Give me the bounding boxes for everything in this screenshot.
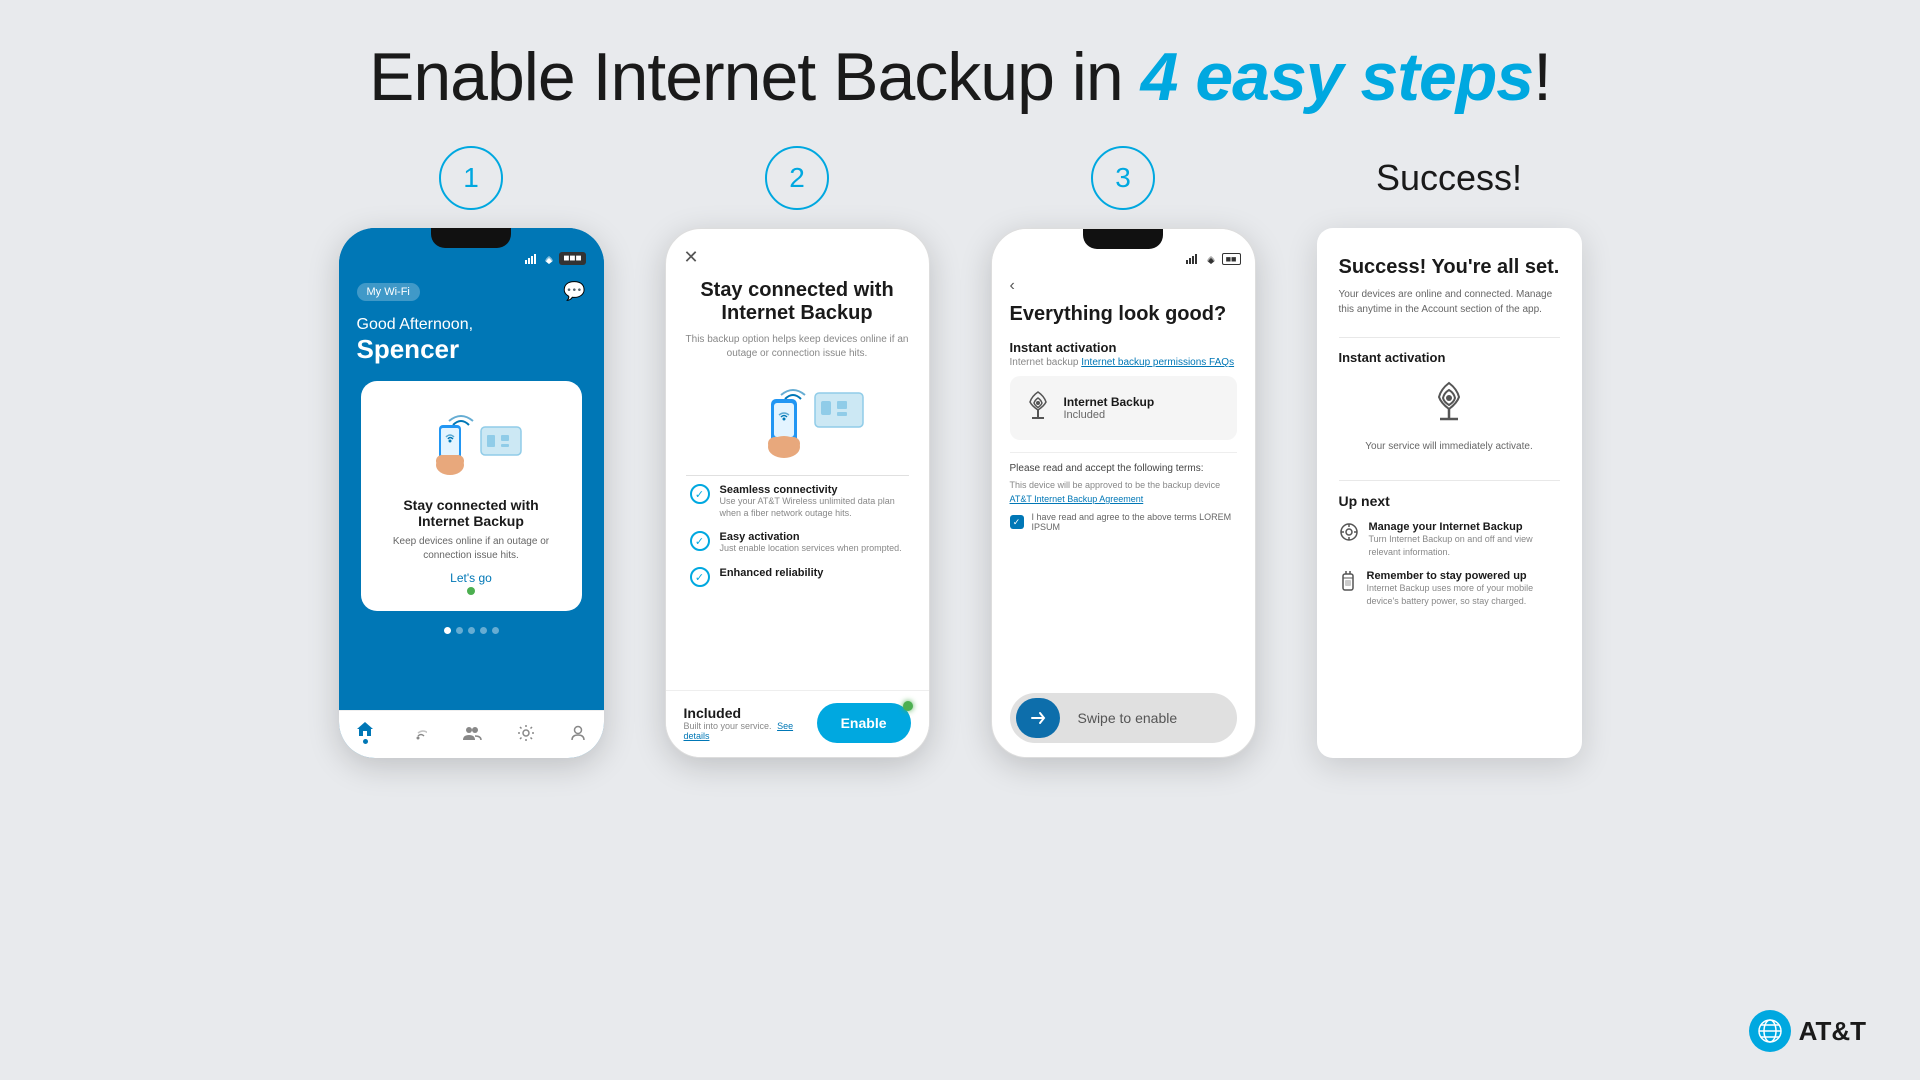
step-3-number: 3 bbox=[1091, 146, 1155, 210]
permissions-faqs-link[interactable]: Internet backup permissions FAQs bbox=[1081, 357, 1234, 368]
att-text: AT&T bbox=[1799, 1016, 1866, 1047]
card-illustration bbox=[411, 397, 531, 487]
steps-container: 1 ■■■ My Wi-Fi 💬 Good Afternoon, Spe bbox=[266, 146, 1654, 758]
up-next-stay: Remember to stay powered up Internet Bac… bbox=[1339, 570, 1560, 607]
step3-title: Everything look good? bbox=[1010, 303, 1237, 326]
backup-card-text: Internet Backup Included bbox=[1064, 395, 1155, 421]
activation-section: Instant activation Internet backup Inter… bbox=[1010, 340, 1237, 440]
att-logo: AT&T bbox=[1749, 1010, 1866, 1052]
step2-title: Stay connected with Internet Backup bbox=[686, 279, 909, 325]
step-4-column: Success! Success! You're all set. Your d… bbox=[1304, 146, 1594, 758]
feature-3-text: Enhanced reliability bbox=[720, 567, 824, 579]
your-service-text: Your service will immediately activate. bbox=[1365, 441, 1532, 452]
greeting-text: Good Afternoon, bbox=[357, 316, 586, 334]
signal-icon-big bbox=[1429, 377, 1469, 433]
feature-1: ✓ Seamless connectivity Use your AT&T Wi… bbox=[690, 484, 905, 519]
green-glow bbox=[903, 701, 913, 711]
att-circle bbox=[1749, 1010, 1791, 1052]
dot-2 bbox=[456, 627, 463, 634]
step-2-column: 2 ✕ Stay connected with Internet Backup … bbox=[652, 146, 942, 758]
terms-section: Please read and accept the following ter… bbox=[1010, 452, 1237, 532]
activation-sub: Internet backup Internet backup permissi… bbox=[1010, 357, 1237, 368]
nav-dot bbox=[363, 739, 368, 744]
step-3-phone: ■■ ‹ Everything look good? Instant activ… bbox=[991, 228, 1256, 758]
phone-3-notch bbox=[1083, 229, 1163, 249]
step2-subtitle: This backup option helps keep devices on… bbox=[686, 333, 909, 361]
greeting-section: Good Afternoon, Spencer bbox=[339, 310, 604, 381]
nav-wifi[interactable] bbox=[409, 726, 427, 740]
top-bar-1: My Wi-Fi 💬 bbox=[339, 269, 604, 310]
success-title: Success! You're all set. bbox=[1339, 256, 1560, 279]
instant-activation-title: Instant activation bbox=[1339, 350, 1560, 365]
dots-indicator bbox=[444, 627, 499, 634]
included-label: Included bbox=[684, 705, 817, 721]
green-dot bbox=[467, 587, 475, 595]
step2-content: Stay connected with Internet Backup This… bbox=[666, 229, 929, 615]
bottom-nav-1 bbox=[339, 710, 604, 758]
phone-notch bbox=[431, 228, 511, 248]
included-sub: Built into your service. See details bbox=[684, 721, 817, 741]
up-next-title: Up next bbox=[1339, 493, 1560, 509]
included-section: Included Built into your service. See de… bbox=[684, 705, 817, 741]
up-next-manage: Manage your Internet Backup Turn Interne… bbox=[1339, 521, 1560, 558]
step2-bottom-bar: Included Built into your service. See de… bbox=[666, 690, 929, 757]
user-name: Spencer bbox=[357, 334, 586, 365]
step-2-phone: ✕ Stay connected with Internet Backup Th… bbox=[665, 228, 930, 758]
check-icon-1: ✓ bbox=[690, 484, 710, 504]
wifi-chip: My Wi-Fi bbox=[357, 283, 420, 301]
swipe-text: Swipe to enable bbox=[1078, 710, 1178, 726]
feature-2-text: Easy activation Just enable location ser… bbox=[720, 531, 902, 555]
backup-card: Internet Backup Included bbox=[1010, 376, 1237, 440]
enable-button[interactable]: Enable bbox=[817, 703, 911, 743]
stay-text: Remember to stay powered up Internet Bac… bbox=[1367, 570, 1560, 607]
backup-agreement-link[interactable]: AT&T Internet Backup Agreement bbox=[1010, 494, 1237, 504]
feature-3: ✓ Enhanced reliability bbox=[690, 567, 905, 587]
lets-go-link[interactable]: Let's go bbox=[450, 571, 492, 585]
dot-1 bbox=[444, 627, 451, 634]
step-3-column: 3 ■■ ‹ Everything look good? Instant act… bbox=[978, 146, 1268, 758]
nav-account[interactable] bbox=[570, 725, 586, 741]
step3-content: Everything look good? Instant activation… bbox=[992, 303, 1255, 532]
step-2-number: 2 bbox=[765, 146, 829, 210]
step-1-phone: ■■■ My Wi-Fi 💬 Good Afternoon, Spencer bbox=[339, 228, 604, 758]
manage-text: Manage your Internet Backup Turn Interne… bbox=[1369, 521, 1560, 558]
divider-1 bbox=[686, 475, 909, 476]
swipe-bar[interactable]: Swipe to enable bbox=[1010, 693, 1237, 743]
success-desc: Your devices are online and connected. M… bbox=[1339, 287, 1560, 317]
feature-1-text: Seamless connectivity Use your AT&T Wire… bbox=[720, 484, 905, 519]
dot-4 bbox=[480, 627, 487, 634]
page-title: Enable Internet Backup in 4 easy steps! bbox=[369, 38, 1551, 116]
nav-settings[interactable] bbox=[517, 724, 535, 742]
checkbox-row: ✓ I have read and agree to the above ter… bbox=[1010, 512, 1237, 532]
dot-3 bbox=[468, 627, 475, 634]
checkbox[interactable]: ✓ bbox=[1010, 515, 1024, 529]
success-card: Success! You're all set. Your devices ar… bbox=[1317, 228, 1582, 758]
step2-illustration bbox=[737, 373, 857, 453]
step-1-number: 1 bbox=[439, 146, 503, 210]
manage-icon bbox=[1339, 522, 1359, 547]
check-icon-2: ✓ bbox=[690, 531, 710, 551]
back-button[interactable]: ‹ bbox=[992, 269, 1255, 303]
feature-2: ✓ Easy activation Just enable location s… bbox=[690, 531, 905, 555]
check-icon-3: ✓ bbox=[690, 567, 710, 587]
step-1-column: 1 ■■■ My Wi-Fi 💬 Good Afternoon, Spe bbox=[326, 146, 616, 758]
card-desc: Keep devices online if an outage or conn… bbox=[377, 535, 566, 563]
card-1: Stay connected with Internet Backup Keep… bbox=[361, 381, 582, 611]
backup-signal-icon bbox=[1024, 388, 1052, 428]
dot-5 bbox=[492, 627, 499, 634]
success-label: Success! bbox=[1376, 146, 1522, 210]
feature-list: ✓ Seamless connectivity Use your AT&T Wi… bbox=[686, 484, 909, 599]
nav-home[interactable] bbox=[356, 721, 374, 744]
card-title: Stay connected with Internet Backup bbox=[377, 497, 566, 529]
swipe-handle bbox=[1016, 698, 1060, 738]
nav-people[interactable] bbox=[462, 726, 482, 740]
success-divider-1 bbox=[1339, 337, 1560, 338]
success-divider-2 bbox=[1339, 480, 1560, 481]
stay-icon bbox=[1339, 571, 1357, 596]
close-button[interactable]: ✕ bbox=[684, 247, 699, 268]
